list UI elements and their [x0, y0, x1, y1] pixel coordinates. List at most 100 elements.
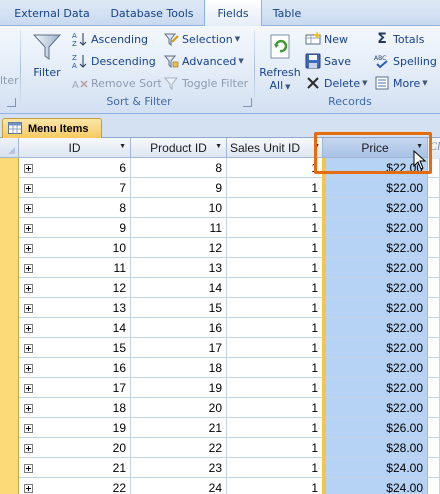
- cell-price[interactable]: $22.00: [323, 358, 428, 378]
- expand-row-button[interactable]: [19, 338, 37, 358]
- cell-partial[interactable]: [428, 238, 440, 258]
- cell-partial[interactable]: [428, 378, 440, 398]
- cell-partial[interactable]: [428, 258, 440, 278]
- cell-price[interactable]: $24.00: [323, 478, 428, 494]
- cell-partial[interactable]: [428, 218, 440, 238]
- cell-price[interactable]: $22.00: [323, 238, 428, 258]
- cell-product-id[interactable]: 9: [131, 178, 227, 198]
- cell-partial[interactable]: [428, 298, 440, 318]
- table-row[interactable]: 16 18 1 $22.00: [0, 358, 440, 378]
- cell-product-id[interactable]: 23: [131, 458, 227, 478]
- cell-sales-unit-id[interactable]: 1: [227, 158, 323, 178]
- cell-product-id[interactable]: 12: [131, 238, 227, 258]
- expand-row-button[interactable]: [19, 178, 37, 198]
- cell-price[interactable]: $22.00: [323, 298, 428, 318]
- column-dropdown-icon[interactable]: ▼: [215, 143, 222, 150]
- cell-price[interactable]: $22.00: [323, 338, 428, 358]
- cell-product-id[interactable]: 13: [131, 258, 227, 278]
- cell-product-id[interactable]: 21: [131, 418, 227, 438]
- table-row[interactable]: 10 12 1 $22.00: [0, 238, 440, 258]
- column-header-id[interactable]: ID ▼: [19, 138, 131, 158]
- tab-fields[interactable]: Fields: [204, 0, 262, 27]
- cell-product-id[interactable]: 20: [131, 398, 227, 418]
- table-row[interactable]: 8 10 1 $22.00: [0, 198, 440, 218]
- tab-table[interactable]: Table: [262, 0, 312, 26]
- cell-partial[interactable]: [428, 338, 440, 358]
- table-row[interactable]: 19 21 1 $26.00: [0, 418, 440, 438]
- cell-product-id[interactable]: 16: [131, 318, 227, 338]
- cell-price[interactable]: $22.00: [323, 258, 428, 278]
- descending-button[interactable]: ZA Descending: [72, 51, 156, 71]
- cell-partial[interactable]: [428, 318, 440, 338]
- table-row[interactable]: 14 16 1 $22.00: [0, 318, 440, 338]
- cell-sales-unit-id[interactable]: 1: [227, 378, 323, 398]
- new-record-button[interactable]: New: [305, 29, 348, 49]
- cell-product-id[interactable]: 24: [131, 478, 227, 494]
- cell-price[interactable]: $22.00: [323, 278, 428, 298]
- table-row[interactable]: 11 13 1 $22.00: [0, 258, 440, 278]
- tab-database-tools[interactable]: Database Tools: [102, 0, 202, 26]
- cell-partial[interactable]: [428, 358, 440, 378]
- cell-product-id[interactable]: 8: [131, 158, 227, 178]
- column-dropdown-icon[interactable]: ▼: [119, 143, 126, 150]
- cell-sales-unit-id[interactable]: 1: [227, 418, 323, 438]
- expand-row-button[interactable]: [19, 378, 37, 398]
- cell-sales-unit-id[interactable]: 1: [227, 318, 323, 338]
- expand-row-button[interactable]: [19, 258, 37, 278]
- remove-sort-button[interactable]: A Remove Sort: [72, 73, 162, 93]
- sort-filter-launcher-icon[interactable]: [243, 98, 252, 107]
- table-row[interactable]: 17 19 1 $22.00: [0, 378, 440, 398]
- expand-row-button[interactable]: [19, 438, 37, 458]
- cell-partial[interactable]: [428, 418, 440, 438]
- cell-price[interactable]: $22.00: [323, 198, 428, 218]
- cell-sales-unit-id[interactable]: 1: [227, 438, 323, 458]
- cell-product-id[interactable]: 19: [131, 378, 227, 398]
- cell-partial[interactable]: [428, 398, 440, 418]
- expand-row-button[interactable]: [19, 318, 37, 338]
- cell-partial[interactable]: [428, 478, 440, 494]
- cell-sales-unit-id[interactable]: 1: [227, 358, 323, 378]
- select-all-corner[interactable]: [0, 138, 19, 158]
- totals-button[interactable]: Σ Totals: [374, 29, 424, 49]
- selection-button[interactable]: Selection ▼: [163, 29, 240, 49]
- cell-product-id[interactable]: 22: [131, 438, 227, 458]
- cell-price[interactable]: $26.00: [323, 418, 428, 438]
- cell-sales-unit-id[interactable]: 1: [227, 258, 323, 278]
- delete-record-button[interactable]: Delete ▼: [305, 73, 368, 93]
- cell-product-id[interactable]: 10: [131, 198, 227, 218]
- expand-row-button[interactable]: [19, 158, 37, 178]
- tab-external-data[interactable]: External Data: [2, 0, 102, 26]
- expand-row-button[interactable]: [19, 238, 37, 258]
- toggle-filter-button[interactable]: Toggle Filter: [163, 73, 248, 93]
- cell-product-id[interactable]: 14: [131, 278, 227, 298]
- cell-product-id[interactable]: 11: [131, 218, 227, 238]
- table-row[interactable]: 7 9 1 $22.00: [0, 178, 440, 198]
- cell-partial[interactable]: [428, 198, 440, 218]
- cell-sales-unit-id[interactable]: 1: [227, 238, 323, 258]
- table-row[interactable]: 9 11 1 $22.00: [0, 218, 440, 238]
- expand-row-button[interactable]: [19, 218, 37, 238]
- expand-row-button[interactable]: [19, 278, 37, 298]
- cell-product-id[interactable]: 17: [131, 338, 227, 358]
- cell-product-id[interactable]: 15: [131, 298, 227, 318]
- more-button[interactable]: More ▼: [374, 73, 428, 93]
- cell-price[interactable]: $22.00: [323, 178, 428, 198]
- cell-partial[interactable]: [428, 278, 440, 298]
- cell-sales-unit-id[interactable]: 1: [227, 178, 323, 198]
- table-row[interactable]: 12 14 1 $22.00: [0, 278, 440, 298]
- cell-sales-unit-id[interactable]: 1: [227, 458, 323, 478]
- cell-sales-unit-id[interactable]: 1: [227, 478, 323, 494]
- cell-product-id[interactable]: 18: [131, 358, 227, 378]
- expand-row-button[interactable]: [19, 398, 37, 418]
- dialog-launcher-icon[interactable]: [7, 98, 16, 107]
- cell-sales-unit-id[interactable]: 1: [227, 298, 323, 318]
- ascending-button[interactable]: AZ Ascending: [72, 29, 148, 49]
- cell-price[interactable]: $22.00: [323, 218, 428, 238]
- cell-partial[interactable]: [428, 458, 440, 478]
- table-row[interactable]: 13 15 1 $22.00: [0, 298, 440, 318]
- cell-price[interactable]: $28.00: [323, 438, 428, 458]
- cell-price[interactable]: $22.00: [323, 378, 428, 398]
- cell-sales-unit-id[interactable]: 1: [227, 218, 323, 238]
- table-row[interactable]: 20 22 1 $28.00: [0, 438, 440, 458]
- expand-row-button[interactable]: [19, 298, 37, 318]
